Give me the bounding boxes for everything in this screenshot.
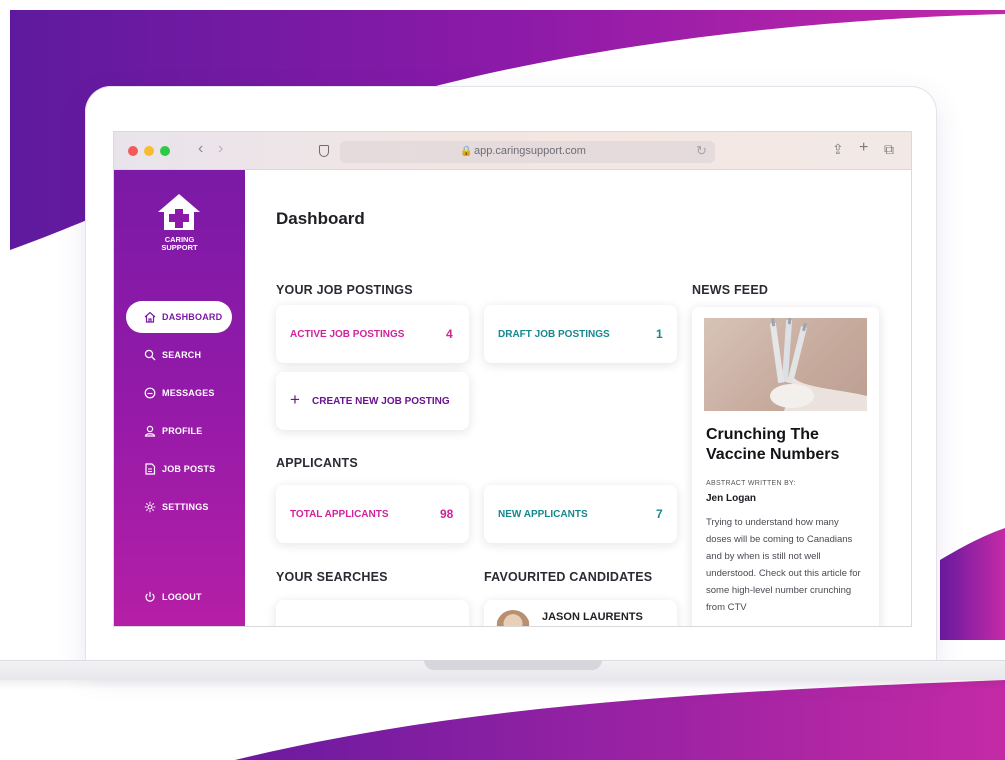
logo-text-line2: SUPPORT [161,243,198,252]
browser-toolbar: ‹ › 🔒 app.caringsupport.com ↻ ⇪ + ⧉ [114,132,911,170]
section-title-favourited-candidates: FAVOURITED CANDIDATES [484,570,653,584]
draft-job-postings-count: 1 [656,327,663,341]
avatar [496,610,530,626]
sidebar-item-label: PROFILE [162,426,203,436]
create-job-posting-button[interactable]: + CREATE NEW JOB POSTING [276,372,469,430]
news-card[interactable]: Crunching The Vaccine Numbers ABSTRACT W… [692,307,879,626]
active-job-postings-label: ACTIVE JOB POSTINGS [290,329,405,340]
new-applicants-card[interactable]: NEW APPLICANTS 7 [484,485,677,543]
section-title-news-feed: NEWS FEED [692,283,769,297]
power-icon [145,591,155,602]
main-content: Dashboard YOUR JOB POSTINGS NEWS FEED AC… [245,170,911,626]
new-applicants-label: NEW APPLICANTS [498,509,588,520]
shield-icon[interactable] [319,145,329,157]
sidebar-item-label: SEARCH [162,350,202,360]
chat-icon [144,387,156,399]
news-body: Trying to understand how many doses will… [706,517,861,613]
section-title-job-postings: YOUR JOB POSTINGS [276,283,413,297]
document-icon [145,463,156,475]
gear-icon [144,501,156,513]
news-headline[interactable]: Crunching The Vaccine Numbers [706,425,871,465]
sidebar-item-messages[interactable]: MESSAGES [126,377,232,409]
caring-support-logo-icon [158,194,200,230]
active-job-postings-card[interactable]: ACTIVE JOB POSTINGS 4 [276,305,469,363]
logout-button[interactable]: LOGOUT [126,581,232,613]
search-card[interactable] [276,600,469,626]
draft-job-postings-label: DRAFT JOB POSTINGS [498,329,610,340]
draft-job-postings-card[interactable]: DRAFT JOB POSTINGS 1 [484,305,677,363]
share-icon[interactable]: ⇪ [832,141,844,158]
sidebar-item-label: SETTINGS [162,502,209,512]
sidebar-item-settings[interactable]: SETTINGS [126,491,232,523]
new-applicants-count: 7 [656,507,663,521]
address-bar[interactable]: 🔒 app.caringsupport.com ↻ [340,141,715,163]
forward-icon[interactable]: › [218,140,223,158]
candidate-name: JASON LAURENTS [542,611,643,623]
lock-icon: 🔒 [460,146,473,157]
news-image [704,318,867,411]
news-author: Jen Logan [706,493,757,504]
home-icon [144,311,156,323]
logout-label: LOGOUT [162,592,202,602]
laptop-base-shadow [0,680,1005,690]
sidebar-item-search[interactable]: SEARCH [126,339,232,371]
browser-window: ‹ › 🔒 app.caringsupport.com ↻ ⇪ + ⧉ CARI… [113,131,912,627]
tabs-overview-icon[interactable]: ⧉ [884,141,894,158]
new-tab-icon[interactable]: + [859,139,868,157]
section-title-applicants: APPLICANTS [276,456,358,470]
sidebar-item-label: DASHBOARD [162,312,223,322]
page-title: Dashboard [276,209,365,228]
total-applicants-card[interactable]: TOTAL APPLICANTS 98 [276,485,469,543]
sidebar: CARING SUPPORT DASHBOARD SEARCH MESSAGES… [114,170,245,626]
close-window-button[interactable] [128,146,138,156]
sidebar-item-label: MESSAGES [162,388,215,398]
sidebar-item-job-posts[interactable]: JOB POSTS [126,453,232,485]
section-title-your-searches: YOUR SEARCHES [276,570,388,584]
maximize-window-button[interactable] [160,146,170,156]
sidebar-item-dashboard[interactable]: DASHBOARD [126,301,232,333]
plus-icon: + [290,390,300,409]
favourited-candidate-card[interactable]: JASON LAURENTS [484,600,677,626]
back-icon[interactable]: ‹ [198,140,203,158]
active-job-postings-count: 4 [446,327,453,341]
reload-icon[interactable]: ↻ [696,143,707,159]
laptop-notch [424,660,602,670]
create-job-posting-label: CREATE NEW JOB POSTING [312,396,450,407]
total-applicants-count: 98 [440,507,454,521]
sidebar-item-profile[interactable]: PROFILE [126,415,232,447]
url-text: app.caringsupport.com [474,145,586,157]
search-icon [144,349,156,361]
syringes-image [769,318,867,411]
sidebar-item-label: JOB POSTS [162,464,216,474]
total-applicants-label: TOTAL APPLICANTS [290,509,389,520]
minimize-window-button[interactable] [144,146,154,156]
news-byline: ABSTRACT WRITTEN BY: [706,480,796,487]
user-icon [144,425,156,437]
